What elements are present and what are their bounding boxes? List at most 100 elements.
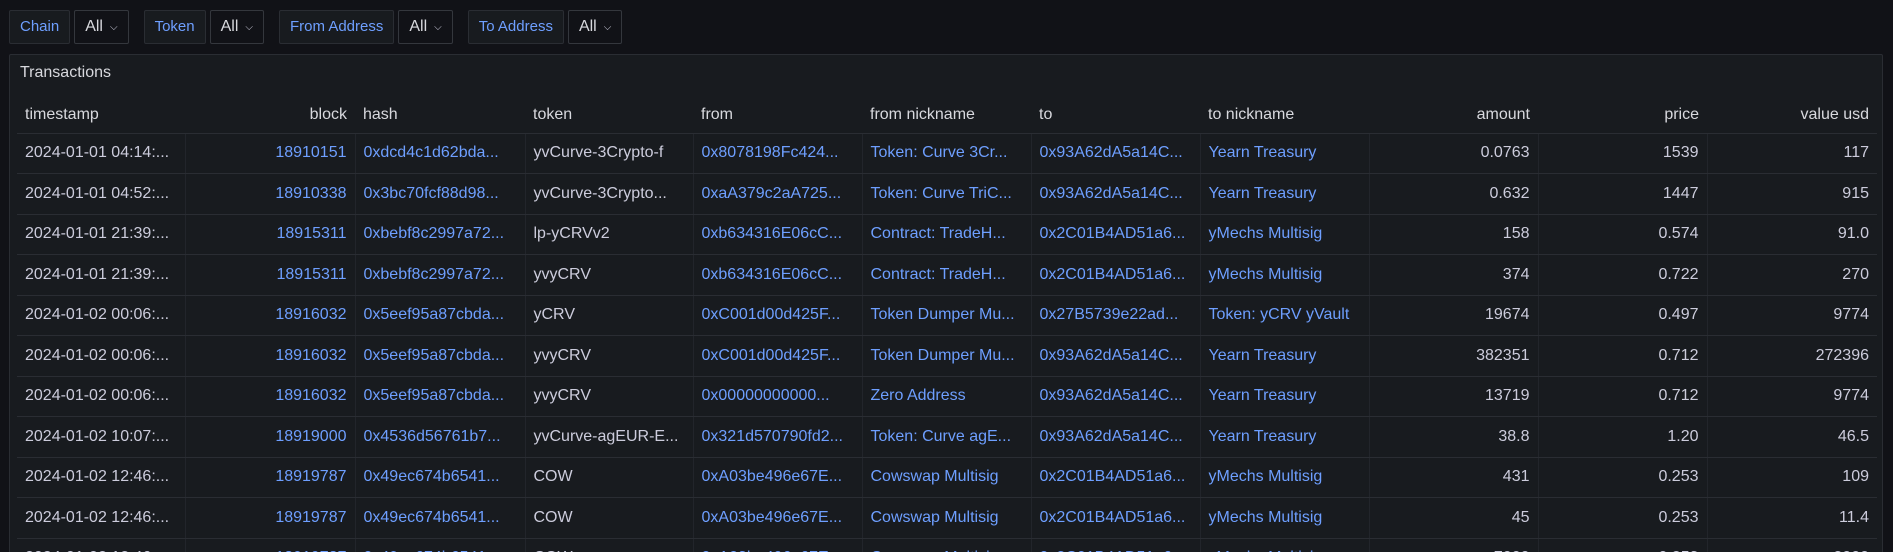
cell-block[interactable]: 18916032 xyxy=(184,295,355,336)
column-header-from[interactable]: from xyxy=(693,97,862,134)
cell-hash[interactable]: 0x5eef95a87cbda... xyxy=(354,335,525,377)
cell-hash[interactable]: 0x4536d56761b7... xyxy=(354,416,525,458)
column-header-hash[interactable]: hash xyxy=(355,97,525,134)
cell-price: 0.497 xyxy=(1537,295,1707,336)
cell-amount: 158 xyxy=(1368,214,1538,255)
panel-title[interactable]: Transactions xyxy=(20,64,111,82)
cell-from-nickname[interactable]: Token: Curve TriC... xyxy=(861,173,1031,215)
cell-to[interactable]: 0x2C01B4AD51a6... xyxy=(1030,457,1200,498)
cell-to[interactable]: 0x2C01B4AD51a6... xyxy=(1030,538,1200,552)
cell-block[interactable]: 18919000 xyxy=(184,416,355,458)
filter-to-address: To Address All ⌵ xyxy=(467,10,623,44)
cell-from-nickname[interactable]: Contract: TradeH... xyxy=(861,254,1031,296)
cell-token: yvCurve-3Crypto... xyxy=(524,173,693,215)
cell-from-nickname[interactable]: Contract: TradeH... xyxy=(861,214,1031,255)
cell-hash[interactable]: 0x49ec674b6541... xyxy=(354,497,525,539)
cell-to-nickname[interactable]: Token: yCRV yVault xyxy=(1199,295,1369,336)
cell-from[interactable]: 0xaA379c2aA725... xyxy=(692,173,862,215)
cell-from-nickname[interactable]: Cowswap Multisig xyxy=(861,497,1031,539)
cell-from[interactable]: 0xC001d00d425F... xyxy=(692,335,862,377)
cell-to[interactable]: 0x27B5739e22ad... xyxy=(1030,295,1200,336)
cell-from[interactable]: 0xb634316E06cC... xyxy=(692,254,862,296)
cell-to-nickname[interactable]: yMechs Multisig xyxy=(1199,497,1369,539)
column-header-token[interactable]: token xyxy=(525,97,693,134)
column-header-block[interactable]: block xyxy=(185,97,355,134)
table-row: 2024-01-01 04:14:... 18910151 0xdcd4c1d62b… xyxy=(17,133,1877,174)
cell-to-nickname[interactable]: Yearn Treasury xyxy=(1199,416,1369,458)
cell-hash[interactable]: 0x49ec674b6541... xyxy=(354,538,525,552)
table-row: 2024-01-02 12:46:...189197870x49ec674b65… xyxy=(17,497,1877,539)
cell-block[interactable]: 18915311 xyxy=(184,214,355,255)
cell-block[interactable]: 18919787 xyxy=(184,538,355,552)
cell-to-nickname[interactable]: yMechs Multisig xyxy=(1199,538,1369,552)
column-header-amount[interactable]: amount xyxy=(1369,97,1538,134)
column-header-to-nickname[interactable]: to nickname xyxy=(1200,97,1369,134)
cell-from-nickname[interactable]: Token Dumper Mu... xyxy=(861,295,1031,336)
cell-to[interactable]: 0x2C01B4AD51a6... xyxy=(1030,214,1200,255)
cell-token: lp-yCRVv2 xyxy=(524,214,693,255)
cell-from[interactable]: 0x321d570790fd2... xyxy=(692,416,862,458)
cell-to[interactable]: 0x2C01B4AD51a6... xyxy=(1030,254,1200,296)
column-header-to[interactable]: to xyxy=(1031,97,1200,134)
cell-block[interactable]: 18916032 xyxy=(184,376,355,417)
column-header-timestamp[interactable]: timestamp xyxy=(17,97,185,134)
cell-from[interactable]: 0xA03be496e67E... xyxy=(692,497,862,539)
cell-token: yvyCRV xyxy=(524,335,693,377)
column-header-price[interactable]: price xyxy=(1538,97,1707,134)
cell-price: 0.253 xyxy=(1537,538,1707,552)
cell-value-usd: 270 xyxy=(1706,254,1877,296)
cell-to-nickname[interactable]: Yearn Treasury xyxy=(1199,335,1369,377)
cell-to-nickname[interactable]: Yearn Treasury xyxy=(1199,376,1369,417)
cell-to[interactable]: 0x93A62dA5a14C... xyxy=(1030,173,1200,215)
cell-from[interactable]: 0xA03be496e67E... xyxy=(692,457,862,498)
chevron-down-icon: ⌵ xyxy=(603,21,612,33)
cell-block[interactable]: 18915311 xyxy=(184,254,355,296)
cell-hash[interactable]: 0x5eef95a87cbda... xyxy=(354,376,525,417)
cell-to-nickname[interactable]: yMechs Multisig xyxy=(1199,457,1369,498)
filter-chain-select[interactable]: All ⌵ xyxy=(74,10,129,44)
table-row: 2024-01-02 10:07:... 18919000 0x4536d56761… xyxy=(17,416,1877,458)
column-header-from-nickname[interactable]: from nickname xyxy=(862,97,1031,134)
cell-from[interactable]: 0x00000000000... xyxy=(692,376,862,417)
cell-to-nickname[interactable]: yMechs Multisig xyxy=(1199,254,1369,296)
cell-block[interactable]: 18910338 xyxy=(184,173,355,215)
cell-from-nickname[interactable]: Token: Curve agE... xyxy=(861,416,1031,458)
cell-to[interactable]: 0x93A62dA5a14C... xyxy=(1030,335,1200,377)
cell-hash[interactable]: 0x5eef95a87cbda... xyxy=(354,295,525,336)
cell-from[interactable]: 0xC001d00d425F... xyxy=(692,295,862,336)
column-header-value-usd[interactable]: value usd xyxy=(1707,97,1877,134)
filter-from-address-select[interactable]: All ⌵ xyxy=(398,10,453,44)
cell-from[interactable]: 0x8078198Fc424... xyxy=(692,133,862,174)
table-row: 2024-01-01 21:39:... 18915311 0xbebf8c2997… xyxy=(17,254,1877,296)
cell-block[interactable]: 18910151 xyxy=(184,133,355,174)
cell-hash[interactable]: 0x49ec674b6541... xyxy=(354,457,525,498)
table-row: 2024-01-02 12:46:...189197870x49ec674b65… xyxy=(17,538,1877,552)
filter-to-address-select[interactable]: All ⌵ xyxy=(567,10,623,44)
variable-bar: Chain All ⌵ Token All ⌵ From Address All… xyxy=(9,10,637,44)
cell-from-nickname[interactable]: Cowswap Multisig xyxy=(861,538,1031,552)
cell-hash[interactable]: 0xbebf8c2997a72... xyxy=(354,214,525,255)
cell-block[interactable]: 18919787 xyxy=(184,497,355,539)
cell-hash[interactable]: 0x3bc70fcf88d98... xyxy=(354,173,525,215)
cell-from-nickname[interactable]: Zero Address xyxy=(861,376,1031,417)
cell-to-nickname[interactable]: yMechs Multisig xyxy=(1199,214,1369,255)
cell-to-nickname[interactable]: Yearn Treasury xyxy=(1199,133,1369,174)
cell-to[interactable]: 0x93A62dA5a14C... xyxy=(1030,416,1200,458)
filter-token-select[interactable]: All ⌵ xyxy=(209,10,264,44)
cell-block[interactable]: 18916032 xyxy=(184,335,355,377)
cell-to-nickname[interactable]: Yearn Treasury xyxy=(1199,173,1369,215)
cell-to[interactable]: 0x2C01B4AD51a6... xyxy=(1030,497,1200,539)
cell-to[interactable]: 0x93A62dA5a14C... xyxy=(1030,133,1200,174)
cell-from[interactable]: 0xA03be496e67E... xyxy=(692,538,862,552)
cell-to[interactable]: 0x93A62dA5a14C... xyxy=(1030,376,1200,417)
cell-from-nickname[interactable]: Cowswap Multisig xyxy=(861,457,1031,498)
cell-from[interactable]: 0xb634316E06cC... xyxy=(692,214,862,255)
cell-from-nickname[interactable]: Token Dumper Mu... xyxy=(861,335,1031,377)
cell-hash[interactable]: 0xdcd4c1d62bda... xyxy=(354,133,525,174)
table-row: 2024-01-02 00:06:... 18916032 0x5eef95a87c… xyxy=(17,295,1877,336)
cell-hash[interactable]: 0xbebf8c2997a72... xyxy=(354,254,525,296)
table-body: 2024-01-01 04:14:... 18910151 0xdcd4c1d62b… xyxy=(17,133,1877,552)
cell-block[interactable]: 18919787 xyxy=(184,457,355,498)
cell-token: COW xyxy=(524,457,693,498)
cell-from-nickname[interactable]: Token: Curve 3Cr... xyxy=(861,133,1031,174)
